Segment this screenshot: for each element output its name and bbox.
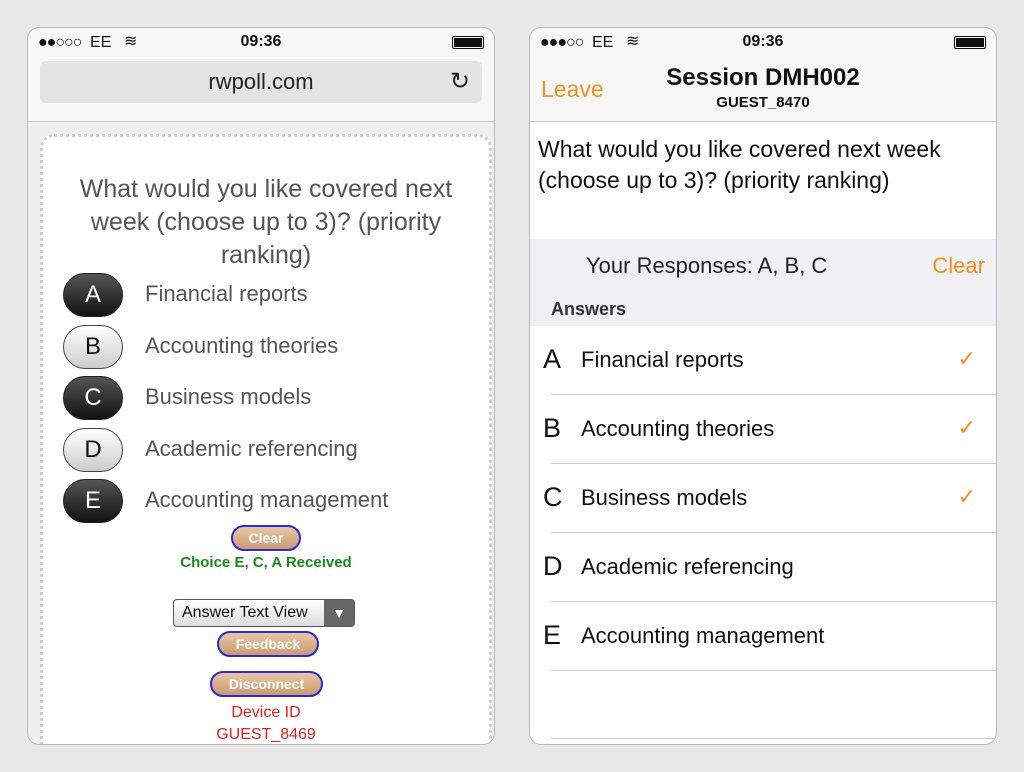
answers-header: Answers [530, 292, 996, 326]
answer-row-a[interactable]: A Financial reports ✓ [530, 326, 996, 395]
checkmark-icon: ✓ [957, 484, 976, 509]
clear-button[interactable]: Clear [231, 525, 301, 551]
session-title: Session DMH002 [666, 64, 860, 91]
dropdown-arrow-icon: ▼ [324, 600, 354, 626]
clock: 09:36 [240, 33, 282, 50]
answer-row-e[interactable]: E Accounting management [530, 602, 996, 671]
url-text: rwpoll.com [208, 69, 314, 94]
device-id-label: Device ID [231, 704, 301, 721]
received-status: Choice E, C, A Received [180, 554, 352, 571]
option-text: Financial reports [145, 281, 308, 306]
right-phone-app: ●●●○○ EE ≋ 09:36 Leave Session DMH002 GU… [529, 27, 997, 745]
answer-letter: E [543, 620, 562, 650]
left-phone-browser: ●●○○○ EE ≋ 09:36 rwpoll.com ↻ What would … [27, 27, 495, 745]
status-bar: ●●○○○ EE ≋ 09:36 [28, 28, 494, 58]
question-text: What would you like covered next week (c… [538, 136, 941, 193]
answer-text: Financial reports [581, 347, 744, 372]
clock: 09:36 [742, 33, 784, 50]
option-c[interactable]: C Business models [63, 376, 483, 420]
view-select[interactable]: Answer Text View ▼ [173, 599, 355, 627]
battery-icon [954, 36, 986, 49]
option-button[interactable]: A [63, 273, 123, 317]
feedback-button[interactable]: Feedback [217, 631, 319, 657]
device-id-value: GUEST_8469 [216, 726, 316, 743]
url-bar[interactable]: rwpoll.com ↻ [40, 61, 482, 103]
answer-text: Business models [581, 485, 748, 510]
option-e[interactable]: E Accounting management [63, 479, 483, 523]
answer-letter: D [543, 551, 563, 581]
option-button[interactable]: E [63, 479, 123, 523]
browser-toolbar: rwpoll.com ↻ [28, 58, 494, 122]
view-select-value: Answer Text View [182, 604, 308, 621]
answer-row-c[interactable]: C Business models ✓ [530, 464, 996, 533]
option-button[interactable]: C [63, 376, 123, 420]
question-text: What would you like covered next week (c… [79, 175, 453, 269]
divider [551, 738, 996, 739]
disconnect-button[interactable]: Disconnect [210, 671, 323, 697]
answers-header-label: Answers [551, 299, 627, 319]
option-d[interactable]: D Academic referencing [63, 427, 483, 472]
option-text: Business models [145, 384, 312, 409]
poll-card: What would you like covered next week (c… [40, 134, 492, 744]
answer-letter: B [543, 413, 562, 443]
answer-text: Accounting management [581, 623, 825, 648]
status-bar: ●●●○○ EE ≋ 09:36 [530, 28, 996, 58]
reload-icon[interactable]: ↻ [450, 61, 470, 103]
option-a[interactable]: A Financial reports [63, 273, 483, 317]
clear-button[interactable]: Clear [932, 253, 985, 279]
answer-text: Accounting theories [581, 416, 775, 441]
checkmark-icon: ✓ [957, 346, 976, 371]
answer-letter: C [543, 482, 563, 512]
guest-id: GUEST_8470 [716, 94, 810, 111]
answer-text: Academic referencing [581, 554, 794, 579]
answer-letter: A [543, 344, 562, 374]
option-text: Accounting management [145, 487, 389, 512]
nav-bar: Leave Session DMH002 GUEST_8470 [530, 58, 996, 122]
checkmark-icon: ✓ [957, 415, 976, 440]
responses-text: Your Responses: A, B, C [586, 253, 828, 278]
option-button[interactable]: D [63, 427, 123, 472]
answer-row-d[interactable]: D Academic referencing [530, 533, 996, 602]
option-button[interactable]: B [63, 324, 123, 369]
option-b[interactable]: B Accounting theories [63, 324, 483, 369]
option-text: Accounting theories [145, 332, 339, 358]
battery-icon [452, 36, 484, 49]
responses-bar: Your Responses: A, B, C Clear [530, 239, 996, 292]
option-text: Academic referencing [145, 435, 358, 461]
answer-row-b[interactable]: B Accounting theories ✓ [530, 395, 996, 464]
